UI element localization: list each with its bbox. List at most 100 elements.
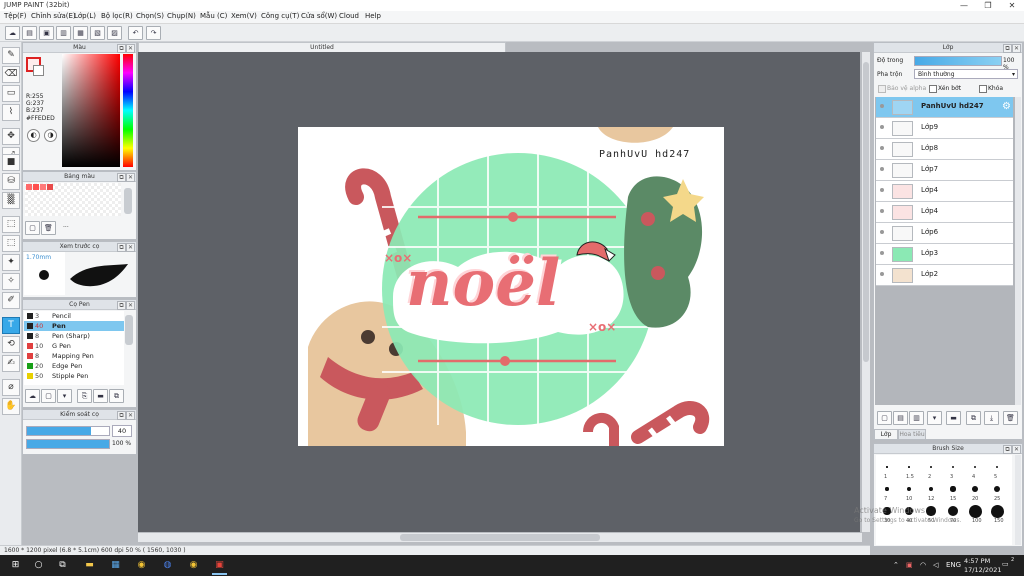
panel-float-icon[interactable]: ⧉ xyxy=(1003,445,1012,454)
redo-icon[interactable]: ↷ xyxy=(146,26,161,40)
bucket-tool-icon[interactable]: ⛁ xyxy=(2,173,20,190)
select-pen-icon[interactable]: ⬚ xyxy=(2,216,20,233)
palette-swatch[interactable] xyxy=(47,184,53,190)
eraser-tool-icon[interactable]: ⌫ xyxy=(2,66,20,83)
restore-button[interactable]: ❐ xyxy=(976,0,1000,11)
minimize-button[interactable]: — xyxy=(952,0,976,11)
menu-view[interactable]: Xem(V) xyxy=(231,12,257,20)
brush-item-g-pen[interactable]: 10 G Pen xyxy=(24,341,124,351)
blend-mode-select[interactable]: Bình thường ▾ xyxy=(914,69,1018,79)
background-color-swatch[interactable] xyxy=(33,65,44,76)
menu-filter[interactable]: Bộ lọc(R) xyxy=(101,12,133,20)
brush-menu-icon[interactable]: ▾ xyxy=(57,389,72,403)
eye-icon[interactable] xyxy=(880,167,884,171)
eye-icon[interactable] xyxy=(880,104,884,108)
canvas-vscroll-thumb[interactable] xyxy=(863,62,869,362)
open-file-icon[interactable]: ▣ xyxy=(39,26,54,40)
volume-icon[interactable]: ◁ xyxy=(933,561,938,569)
lasso-tool-icon[interactable]: ⌇ xyxy=(2,104,20,121)
pen-tool-icon[interactable]: ✎ xyxy=(2,47,20,64)
menu-window[interactable]: Cửa sổ(W) xyxy=(301,12,337,20)
panel-close-icon[interactable]: ✕ xyxy=(126,44,135,53)
brush-item-pencil[interactable]: 3 Pencil xyxy=(24,311,124,321)
text-tool-icon[interactable]: T xyxy=(2,317,20,334)
panel-float-icon[interactable]: ⧉ xyxy=(117,301,126,310)
palette-scrollbar[interactable] xyxy=(124,188,132,214)
brush-size-grid[interactable]: 1 1.5 2 3 4 5 7 10 12 15 20 25 30 40 50 70 100 150 xyxy=(876,455,1012,545)
brush-list-scrollbar[interactable] xyxy=(125,315,133,345)
brush-size-preset[interactable] xyxy=(906,486,912,492)
messenger-icon[interactable]: ◍ xyxy=(160,558,175,573)
panel-close-icon[interactable]: ✕ xyxy=(126,243,135,252)
tab-layer[interactable]: Lớp xyxy=(874,429,898,440)
hue-slider[interactable] xyxy=(123,54,133,167)
panel-close-icon[interactable]: ✕ xyxy=(126,411,135,420)
palette-swatches[interactable] xyxy=(25,183,121,216)
new-raster-layer-icon[interactable]: ▤ xyxy=(893,411,908,425)
merge-layer-icon[interactable]: ⤓ xyxy=(984,411,999,425)
layer-item[interactable]: Lớp8 xyxy=(876,139,1013,160)
smudge-tool-icon[interactable]: ✍ xyxy=(2,355,20,372)
calculator-icon[interactable]: ▦ xyxy=(108,558,123,573)
eye-icon[interactable] xyxy=(880,230,884,234)
layer-item[interactable]: Lớp7 xyxy=(876,160,1013,181)
chrome-icon-2[interactable]: ◉ xyxy=(186,558,201,573)
eye-icon[interactable] xyxy=(880,125,884,129)
palette-swatch[interactable] xyxy=(33,184,39,190)
settings-icon[interactable]: ▨ xyxy=(107,26,122,40)
wifi-icon[interactable]: ◠ xyxy=(920,561,926,569)
gear-icon[interactable]: ⚙ xyxy=(1002,101,1011,112)
search-icon[interactable]: ○ xyxy=(31,558,46,573)
menu-edit[interactable]: Chỉnh sửa(E) xyxy=(31,12,76,20)
panel-float-icon[interactable]: ⧉ xyxy=(117,411,126,420)
menu-file[interactable]: Tệp(F) xyxy=(4,12,27,20)
protect-alpha-checkbox[interactable] xyxy=(878,85,886,93)
canvas-hscroll[interactable] xyxy=(138,533,862,542)
brush-item-pen[interactable]: 40 Pen xyxy=(24,321,124,331)
close-button[interactable]: ✕ xyxy=(1000,0,1024,11)
brush-new-icon[interactable]: ▢ xyxy=(41,389,56,403)
save-icon[interactable]: ▥ xyxy=(56,26,71,40)
operation-tool-icon[interactable]: ⟲ xyxy=(2,336,20,353)
brush-size-preset[interactable] xyxy=(950,486,956,492)
menu-help[interactable]: Help xyxy=(365,12,381,20)
magic-wand-icon[interactable]: ✦ xyxy=(2,254,20,271)
eye-icon[interactable] xyxy=(880,272,884,276)
brush-size-preset[interactable] xyxy=(993,485,1001,493)
brush-item-edge-pen[interactable]: 20 Edge Pen xyxy=(24,361,124,371)
palette-delete-icon[interactable]: 🗑 xyxy=(41,221,56,235)
eye-icon[interactable] xyxy=(880,209,884,213)
grid-icon[interactable]: ▧ xyxy=(90,26,105,40)
menu-layer[interactable]: Lớp(L) xyxy=(74,12,96,20)
duplicate-layer-icon[interactable]: ⧉ xyxy=(966,411,981,425)
tray-app-icon[interactable]: ▣ xyxy=(906,561,913,569)
delete-layer-icon[interactable]: 🗑 xyxy=(1003,411,1018,425)
brush-size-preset[interactable] xyxy=(947,505,959,517)
palette-more[interactable]: ··· xyxy=(63,224,69,231)
blur-tool-icon[interactable]: ✧ xyxy=(2,273,20,290)
layer-item[interactable]: Lớp3 xyxy=(876,244,1013,265)
layer-item[interactable]: Lớp6 xyxy=(876,223,1013,244)
add-layer-menu-icon[interactable]: ▾ xyxy=(927,411,942,425)
layer-item[interactable]: Lớp2 xyxy=(876,265,1013,286)
brush-item-mapping-pen[interactable]: 8 Mapping Pen xyxy=(24,351,124,361)
canvas-vscroll[interactable] xyxy=(862,52,870,532)
brush-item-pen-sharp[interactable]: 8 Pen (Sharp) xyxy=(24,331,124,341)
shape-fill-icon[interactable]: ■ xyxy=(2,154,20,171)
edit-tool-icon[interactable]: ✐ xyxy=(2,292,20,309)
panel-float-icon[interactable]: ⧉ xyxy=(117,173,126,182)
panel-float-icon[interactable]: ⧉ xyxy=(117,44,126,53)
brush-size-value[interactable]: 40 xyxy=(112,425,132,437)
move-tool-icon[interactable]: ✥ xyxy=(2,128,20,145)
color-wheel-icon[interactable]: ◑ xyxy=(44,129,57,142)
cloud-icon[interactable]: ☁ xyxy=(5,26,20,40)
color-sv-picker[interactable] xyxy=(62,54,120,167)
menu-cloud[interactable]: Cloud xyxy=(339,12,359,20)
layer-opacity-slider[interactable] xyxy=(914,56,1002,66)
brush-duplicate-icon[interactable]: ⧉ xyxy=(109,389,124,403)
file-explorer-icon[interactable]: ▬ xyxy=(82,558,97,573)
clock-date[interactable]: 17/12/2021 xyxy=(964,566,1001,574)
export-icon[interactable]: ▦ xyxy=(73,26,88,40)
select-eraser-icon[interactable]: ⬚ xyxy=(2,235,20,252)
panel-float-icon[interactable]: ⧉ xyxy=(117,243,126,252)
